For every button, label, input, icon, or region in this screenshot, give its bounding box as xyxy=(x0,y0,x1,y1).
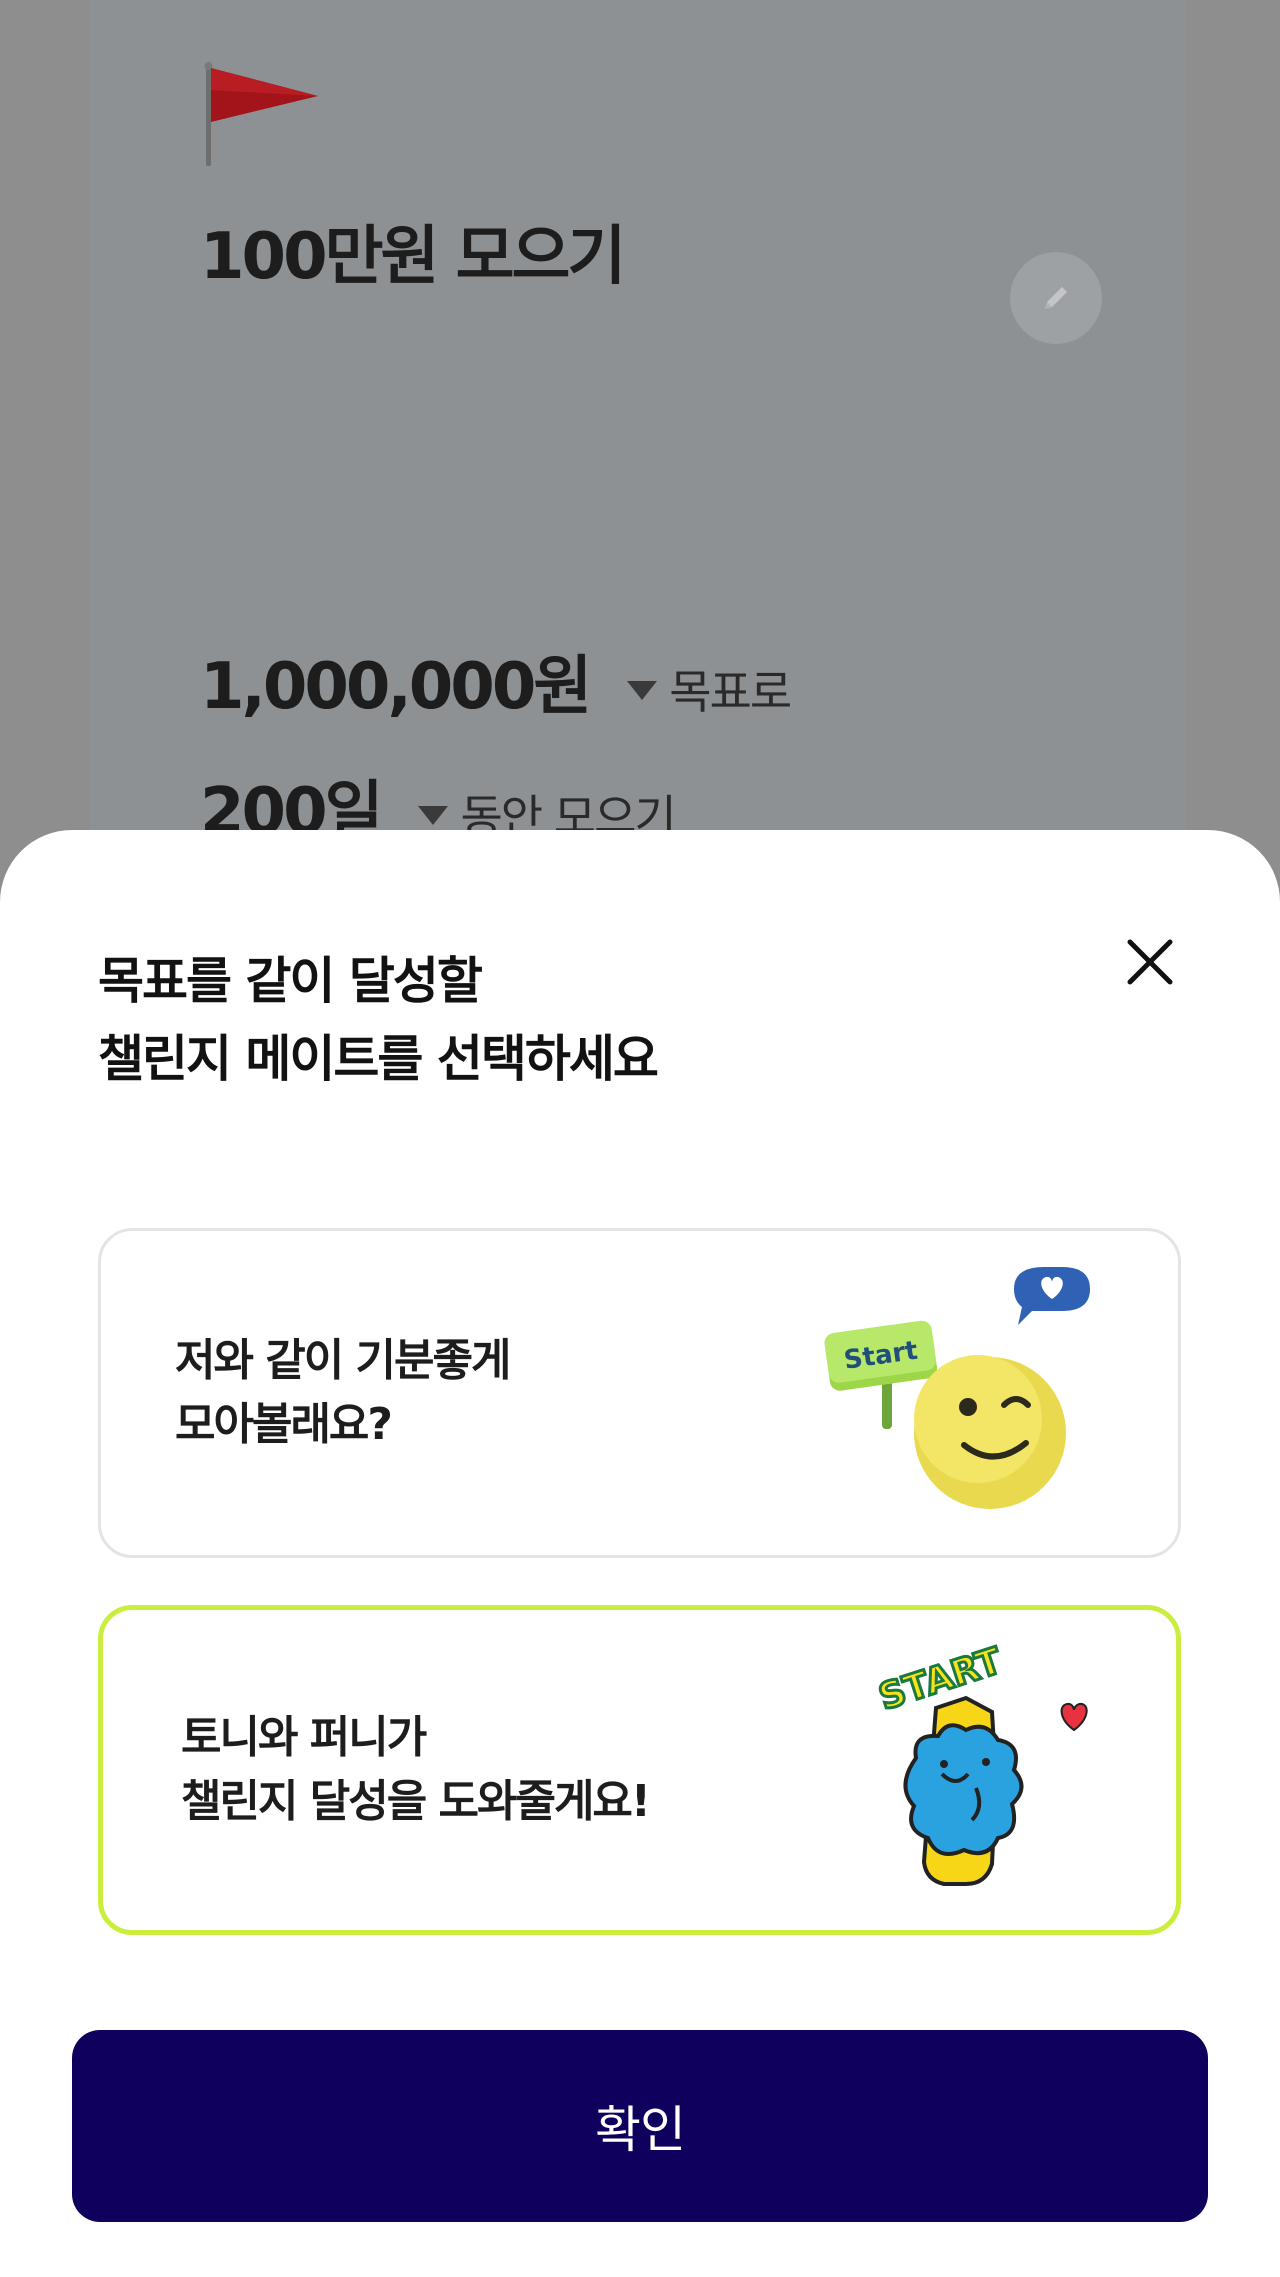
mate-option-smiley[interactable]: 저와 같이 기분좋게 모아볼래요? Start xyxy=(98,1228,1181,1558)
close-icon xyxy=(1127,939,1173,985)
option-tony-text: 토니와 퍼니가 챌린지 달성을 도와줄게요! xyxy=(181,1706,651,1834)
pencil-icon xyxy=(1045,287,1067,309)
screen: 100만원 모으기 1,000,000원 목표로 200일 동안 모으기 목표를… xyxy=(0,0,1280,2277)
tony-funny-start-illustration: START xyxy=(873,1639,1088,1886)
red-flag-icon xyxy=(204,62,318,166)
smiley-start-sign-illustration: Start xyxy=(824,1267,1090,1509)
goal-amount-value: 1,000,000원 xyxy=(200,650,592,724)
sheet-title-line1: 목표를 같이 달성할 xyxy=(98,952,483,1010)
challenge-mate-bottom-sheet: 목표를 같이 달성할 챌린지 메이트를 선택하세요 저와 같이 기분좋게 모아볼… xyxy=(0,830,1280,2277)
close-button[interactable] xyxy=(1120,932,1180,992)
sheet-title-line2: 챌린지 메이트를 선택하세요 xyxy=(98,1030,659,1088)
days-dropdown-icon[interactable] xyxy=(418,806,449,825)
sheet-title: 목표를 같이 달성할 챌린지 메이트를 선택하세요 xyxy=(98,942,659,1098)
option-smiley-line2: 모아볼래요? xyxy=(175,1399,393,1450)
edit-goal-button[interactable] xyxy=(1010,252,1102,344)
option-smiley-line1: 저와 같이 기분좋게 xyxy=(175,1335,511,1386)
goal-amount-row: 1,000,000원 목표로 xyxy=(200,635,792,727)
amount-dropdown-icon[interactable] xyxy=(627,681,658,700)
goal-title: 100만원 모으기 xyxy=(200,220,626,294)
option-tony-line2: 챌린지 달성을 도와줄게요! xyxy=(181,1776,651,1827)
goal-amount-suffix: 목표로 xyxy=(669,665,792,719)
mate-option-tony-funny[interactable]: 토니와 퍼니가 챌린지 달성을 도와줄게요! START xyxy=(98,1605,1181,1935)
option-smiley-text: 저와 같이 기분좋게 모아볼래요? xyxy=(175,1329,511,1457)
confirm-button[interactable]: 확인 xyxy=(72,2030,1208,2222)
option-tony-line1: 토니와 퍼니가 xyxy=(181,1712,427,1763)
